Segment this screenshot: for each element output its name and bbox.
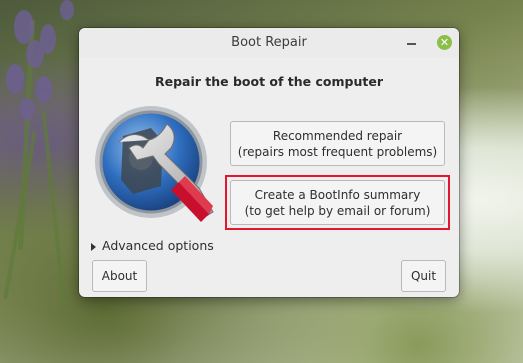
window-title: Boot Repair (231, 35, 307, 50)
title-bar[interactable]: Boot Repair ✕ (79, 28, 459, 57)
boot-repair-window: Boot Repair ✕ Repair the boot of the com… (79, 28, 459, 297)
page-heading: Repair the boot of the computer (154, 74, 383, 89)
close-icon[interactable]: ✕ (437, 35, 452, 50)
advanced-options-expander[interactable]: Advanced options (91, 238, 214, 253)
bootinfo-sublabel: (to get help by email or forum) (244, 204, 431, 218)
create-bootinfo-summary-button[interactable]: Create a BootInfo summary (to get help b… (230, 180, 445, 225)
recommended-repair-label: Recommended repair (272, 129, 403, 143)
minimize-icon[interactable] (407, 43, 416, 45)
quit-button[interactable]: Quit (401, 260, 446, 292)
boot-repair-wrench-logo (95, 106, 214, 222)
triangle-right-icon (91, 242, 96, 251)
recommended-repair-button[interactable]: Recommended repair (repairs most frequen… (230, 121, 445, 166)
advanced-options-label: Advanced options (102, 238, 214, 253)
bootinfo-label: Create a BootInfo summary (254, 188, 421, 202)
about-button[interactable]: About (92, 260, 147, 292)
recommended-repair-sublabel: (repairs most frequent problems) (237, 145, 438, 159)
